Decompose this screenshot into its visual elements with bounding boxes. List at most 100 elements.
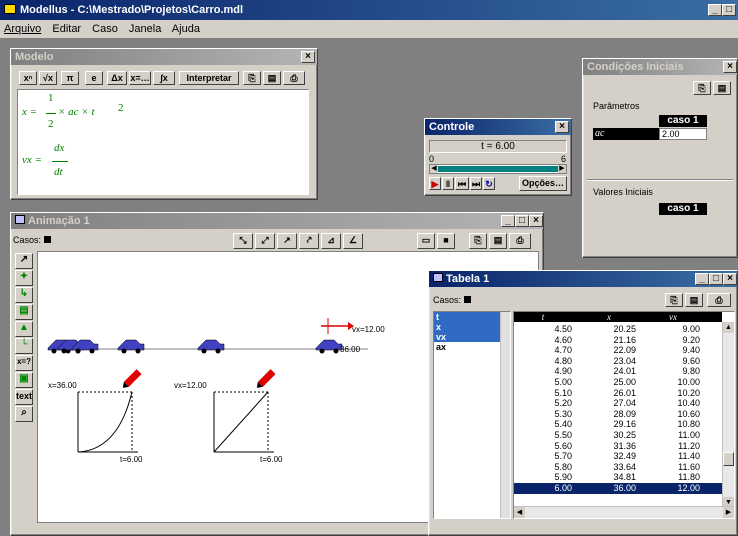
tool-axis[interactable]: └: [15, 338, 33, 354]
menu-ajuda[interactable]: Ajuda: [172, 23, 200, 35]
tool-vector[interactable]: ↳: [15, 287, 33, 303]
table-row[interactable]: 4.80 23.04 9.60: [514, 356, 722, 367]
print-icon[interactable]: ⎙: [707, 293, 731, 307]
minimize-button[interactable]: _: [708, 4, 722, 16]
controle-close-button[interactable]: ×: [555, 121, 569, 133]
print-icon[interactable]: ⎙: [283, 71, 305, 85]
var-x[interactable]: x: [434, 322, 500, 332]
graph-tool-1[interactable]: ⤡: [233, 233, 253, 249]
table-row[interactable]: 5.90 34.81 11.80: [514, 472, 722, 483]
tool-text[interactable]: text: [15, 389, 33, 405]
copy-icon[interactable]: ⎘: [243, 71, 261, 85]
hscroll-right-arrow[interactable]: ▶: [723, 507, 734, 518]
table-row[interactable]: 4.60 21.16 9.20: [514, 335, 722, 346]
var-ax[interactable]: ax: [434, 342, 510, 352]
delta-button[interactable]: Δx: [107, 71, 127, 85]
param-value-input[interactable]: 2.00: [659, 128, 707, 140]
var-vx[interactable]: vx: [434, 332, 500, 342]
tool-value[interactable]: x=?: [15, 355, 33, 371]
table-row[interactable]: 4.70 22.09 9.40: [514, 345, 722, 356]
modelo-close-button[interactable]: ×: [301, 51, 315, 63]
tool-pointer[interactable]: ↗: [15, 253, 33, 269]
cell-vx: 9.40: [682, 345, 700, 356]
pi-button[interactable]: π: [61, 71, 79, 85]
grid-hscrollbar[interactable]: ◀ ▶: [514, 506, 734, 518]
table-row[interactable]: 6.00 36.00 12.00: [514, 482, 722, 494]
data-grid[interactable]: t x vx 4.50 20.25 9.00 4.60 21.16 9.20 4.70 22.…: [513, 311, 735, 519]
tool-particle[interactable]: ✦: [15, 270, 33, 286]
cell-x: 25.00: [613, 376, 636, 387]
slider-left-arrow[interactable]: ◀: [430, 165, 438, 173]
integral-button[interactable]: ∫x: [153, 71, 175, 85]
condicoes-close-button[interactable]: ×: [723, 61, 737, 73]
tool-gauge[interactable]: ▲: [15, 321, 33, 337]
rewind-button[interactable]: ⏮: [455, 177, 469, 190]
table-row[interactable]: 4.90 24.01 9.80: [514, 366, 722, 377]
interpretar-button[interactable]: Interpretar: [179, 71, 239, 85]
tabela-close-button[interactable]: ×: [723, 273, 737, 285]
variable-list[interactable]: t x vx ax: [433, 311, 511, 519]
time-slider[interactable]: ◀ ▶: [429, 164, 567, 174]
table-row[interactable]: 5.80 33.64 11.60: [514, 462, 722, 473]
menu-editar[interactable]: Editar: [52, 23, 81, 35]
power-button[interactable]: xⁿ: [19, 71, 37, 85]
table-row[interactable]: 5.30 28.09 10.60: [514, 409, 722, 420]
cell-x: 22.09: [613, 345, 636, 356]
table-row[interactable]: 5.20 27.04 10.40: [514, 398, 722, 409]
print-icon[interactable]: ⎙: [509, 233, 531, 249]
tabela-case-indicator[interactable]: [463, 296, 471, 303]
graph-tool-4[interactable]: ⤤: [299, 233, 319, 249]
var-t[interactable]: t: [434, 312, 500, 322]
copy-icon[interactable]: ⎘: [469, 233, 487, 249]
paste-icon[interactable]: ▤: [713, 81, 731, 95]
tabela-minimize-button[interactable]: _: [695, 273, 709, 285]
table-row[interactable]: 5.10 26.01 10.20: [514, 388, 722, 399]
case-1-indicator[interactable]: [43, 236, 51, 243]
hscroll-left-arrow[interactable]: ◀: [514, 507, 525, 518]
pause-button[interactable]: ‖: [442, 177, 454, 190]
replay-button[interactable]: ↻: [483, 177, 495, 190]
tool-image[interactable]: ▣: [15, 372, 33, 388]
slider-right-arrow[interactable]: ▶: [558, 165, 566, 173]
cell-vx: 9.20: [682, 334, 700, 345]
options-button[interactable]: Opções…: [519, 176, 567, 191]
tool-zoom[interactable]: ⌕: [15, 406, 33, 422]
scroll-up-arrow[interactable]: ▲: [723, 322, 734, 333]
scroll-thumb[interactable]: [723, 452, 734, 466]
window-view-icon[interactable]: ▭: [417, 233, 435, 249]
graph-tool-6[interactable]: ∠: [343, 233, 363, 249]
graph-tool-2[interactable]: ⤢: [255, 233, 275, 249]
animacao-minimize-button[interactable]: _: [501, 215, 515, 227]
play-button[interactable]: ▶: [429, 177, 441, 190]
table-row[interactable]: 4.50 20.25 9.00: [514, 324, 722, 335]
graph-tool-3[interactable]: ↗: [277, 233, 297, 249]
table-row[interactable]: 5.40 29.16 10.80: [514, 419, 722, 430]
animacao-close-button[interactable]: ×: [529, 215, 543, 227]
tabela-maximize-button[interactable]: □: [709, 273, 723, 285]
table-row[interactable]: 5.70 32.49 11.40: [514, 451, 722, 462]
table-row[interactable]: 5.50 30.25 11.00: [514, 430, 722, 441]
grid-vscrollbar[interactable]: ▲ ▼: [722, 322, 734, 508]
varlist-scrollbar[interactable]: [500, 312, 510, 518]
paste-icon[interactable]: ▤: [263, 71, 281, 85]
copy-icon[interactable]: ⎘: [665, 293, 683, 307]
sqrt-button[interactable]: √x: [39, 71, 57, 85]
step-button[interactable]: ⏭: [470, 177, 482, 190]
fill-view-icon[interactable]: ■: [437, 233, 455, 249]
assign-button[interactable]: x=…: [129, 71, 151, 85]
e-button[interactable]: e: [85, 71, 103, 85]
graph-tool-5[interactable]: ⊿: [321, 233, 341, 249]
paste-icon[interactable]: ▤: [685, 293, 703, 307]
table-row[interactable]: 5.60 31.36 11.20: [514, 441, 722, 452]
copy-icon[interactable]: ⎘: [693, 81, 711, 95]
menu-janela[interactable]: Janela: [129, 23, 161, 35]
menu-caso[interactable]: Caso: [92, 23, 118, 35]
eq1-numerator: 1: [48, 92, 54, 104]
equation-editor[interactable]: 1 x = × ac × t 2 2 dx vx = dt: [17, 89, 309, 195]
table-row[interactable]: 5.00 25.00 10.00: [514, 377, 722, 388]
maximize-button[interactable]: □: [722, 4, 736, 16]
tool-bar[interactable]: ▤: [15, 304, 33, 320]
animacao-maximize-button[interactable]: □: [515, 215, 529, 227]
paste-icon[interactable]: ▤: [489, 233, 507, 249]
menu-arquivo[interactable]: Arquivo: [4, 23, 41, 35]
